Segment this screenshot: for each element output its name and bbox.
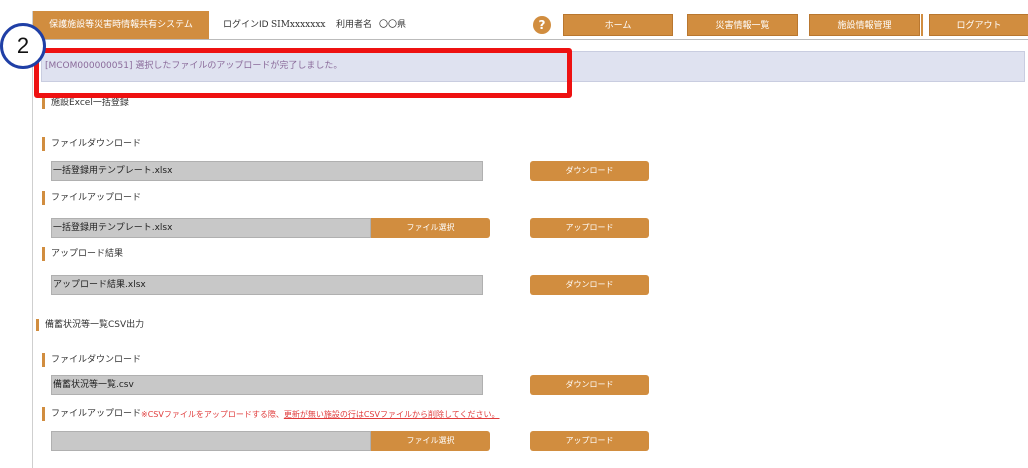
nav-divider	[921, 14, 923, 36]
csv-file-select-button[interactable]: ファイル選択	[371, 431, 490, 451]
excel-upload-button[interactable]: アップロード	[530, 218, 649, 238]
excel-download-file-field: 一括登録用テンプレート.xlsx	[51, 161, 483, 181]
csv-download-label: ファイルダウンロード	[42, 353, 141, 367]
facility-management-button[interactable]: 施設情報管理	[809, 14, 920, 36]
excel-upload-label: ファイルアップロード	[42, 191, 141, 205]
csv-upload-label: ファイルアップロード	[42, 407, 141, 421]
user-name-value: 〇〇県	[379, 20, 407, 30]
top-bar: 保護施設等災害時情報共有システム ログインID SIMxxxxxxx 利用者名 …	[33, 11, 1028, 40]
upload-result-label: アップロード結果	[42, 247, 123, 261]
logout-button[interactable]: ログアウト	[929, 14, 1028, 36]
login-id-value: SIMxxxxxxx	[271, 20, 326, 30]
help-icon[interactable]: ?	[533, 16, 551, 34]
system-title: 保護施設等災害時情報共有システム	[33, 11, 209, 39]
csv-upload-note: ※CSVファイルをアップロードする際、更新が無い施設の行はCSVファイルから削除…	[141, 409, 500, 420]
excel-download-label: ファイルダウンロード	[42, 137, 141, 151]
csv-download-file-field: 備蓄状況等一覧.csv	[51, 375, 483, 395]
csv-upload-note-link[interactable]: 更新が無い施設の行はCSVファイルから削除してください。	[284, 410, 500, 419]
home-button[interactable]: ホーム	[563, 14, 673, 36]
login-id-label: ログインID	[223, 20, 269, 30]
excel-upload-file-field[interactable]: 一括登録用テンプレート.xlsx	[51, 218, 371, 238]
highlight-box	[34, 48, 572, 98]
step-number-badge: 2	[0, 23, 46, 69]
csv-upload-note-prefix: ※CSVファイルをアップロードする際、	[141, 410, 284, 419]
user-name-label: 利用者名	[336, 20, 373, 30]
excel-download-button[interactable]: ダウンロード	[530, 161, 649, 181]
section-title-csv: 備蓄状況等一覧CSV出力	[36, 319, 144, 331]
excel-file-select-button[interactable]: ファイル選択	[371, 218, 490, 238]
disaster-list-button[interactable]: 災害情報一覧	[687, 14, 798, 36]
section-title-excel: 施設Excel一括登録	[42, 97, 129, 109]
csv-download-button[interactable]: ダウンロード	[530, 375, 649, 395]
csv-upload-button[interactable]: アップロード	[530, 431, 649, 451]
csv-upload-file-field[interactable]	[51, 431, 371, 451]
result-download-button[interactable]: ダウンロード	[530, 275, 649, 295]
upload-result-file-field: アップロード結果.xlsx	[51, 275, 483, 295]
